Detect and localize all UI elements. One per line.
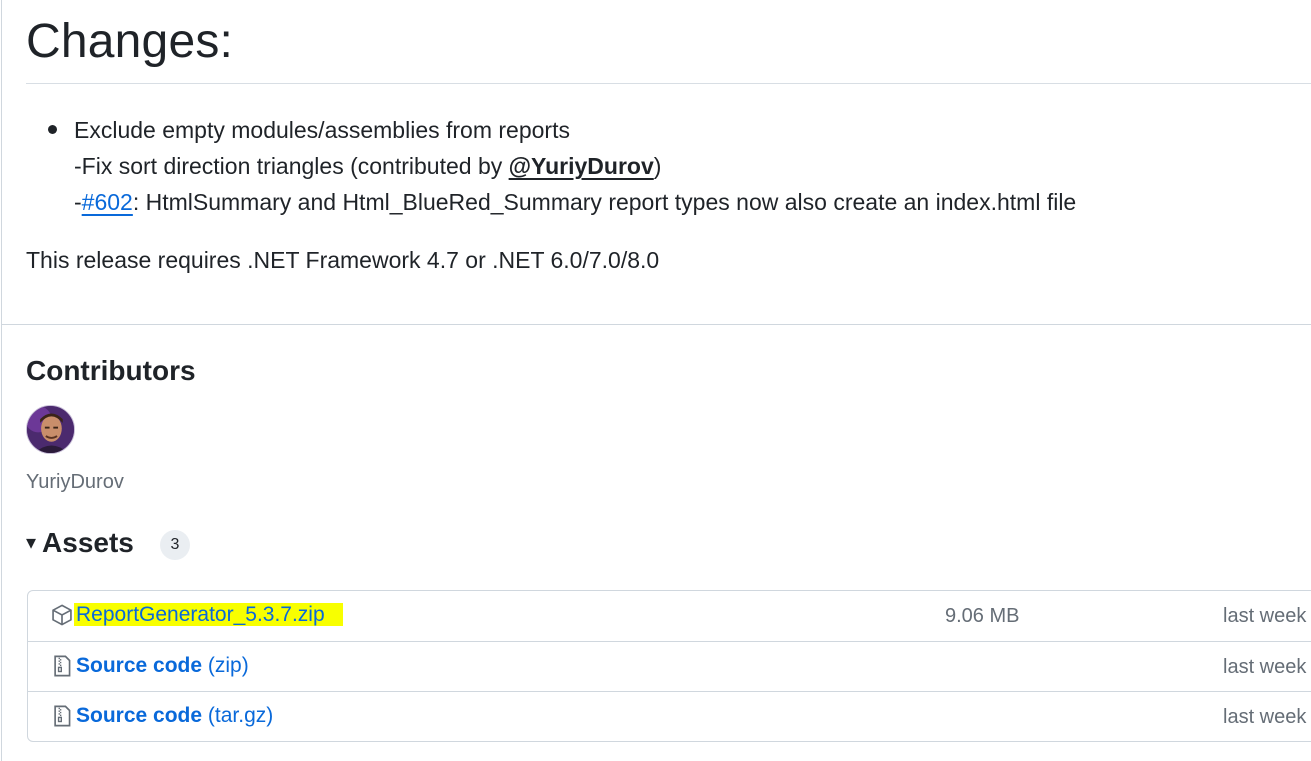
asset-name: Source code (zip) [76,654,249,678]
caret-down-icon: ▾ [26,532,37,554]
list-item: ReportGenerator_5.3.7.zip 9.06 MB last w… [28,591,1311,641]
change-text: -Fix sort direction triangles (contribut… [74,153,509,179]
change-text: - [74,189,82,215]
asset-format: (zip) [207,654,249,677]
changes-list: Exclude empty modules/assemblies from re… [26,112,1296,220]
package-icon [52,604,72,626]
contributor-name[interactable]: YuriyDurov [26,471,124,494]
assets-count-badge: 3 [159,530,190,560]
change-text: : HtmlSummary and Html_BlueRed_Summary r… [132,189,1077,215]
avatar-image [27,406,74,453]
source-code-zip-link[interactable]: Source code [76,654,202,677]
assets-list: ReportGenerator_5.3.7.zip 9.06 MB last w… [27,590,1311,742]
requirements-text: This release requires .NET Framework 4.7… [26,247,660,273]
list-item: Source code (zip) last week [28,641,1311,691]
bullet-dot [48,125,57,134]
asset-time: last week [1223,605,1307,627]
asset-download-link[interactable]: ReportGenerator_5.3.7.zip [74,603,343,626]
source-code-targz-link[interactable]: Source code [76,704,202,727]
list-item: Source code (tar.gz) last week [28,691,1311,741]
change-line-2: -Fix sort direction triangles (contribut… [74,148,1296,184]
changes-heading: Changes: [26,15,234,68]
change-line-3: -#602: HtmlSummary and Html_BlueRed_Summ… [74,184,1296,220]
file-zip-icon [54,655,71,677]
file-zip-icon [54,705,71,727]
contributors-heading: Contributors [26,355,196,386]
asset-size: 9.06 MB [945,605,1020,627]
change-text: ) [653,153,662,179]
assets-heading: Assets [42,527,134,558]
user-mention-link[interactable]: @YuriyDurov [509,153,654,179]
asset-time: last week [1223,706,1307,728]
assets-summary[interactable]: ▾ Assets 3 [26,526,190,560]
change-line-1: Exclude empty modules/assemblies from re… [74,117,570,143]
avatar[interactable] [26,405,75,454]
section-divider [2,324,1311,325]
asset-name: ReportGenerator_5.3.7.zip [74,603,343,627]
list-item: Exclude empty modules/assemblies from re… [26,112,1296,220]
asset-time: last week [1223,656,1307,678]
asset-name: Source code (tar.gz) [76,704,273,728]
issue-link[interactable]: #602 [82,189,133,215]
asset-format: (tar.gz) [207,704,274,727]
heading-divider [26,83,1311,84]
